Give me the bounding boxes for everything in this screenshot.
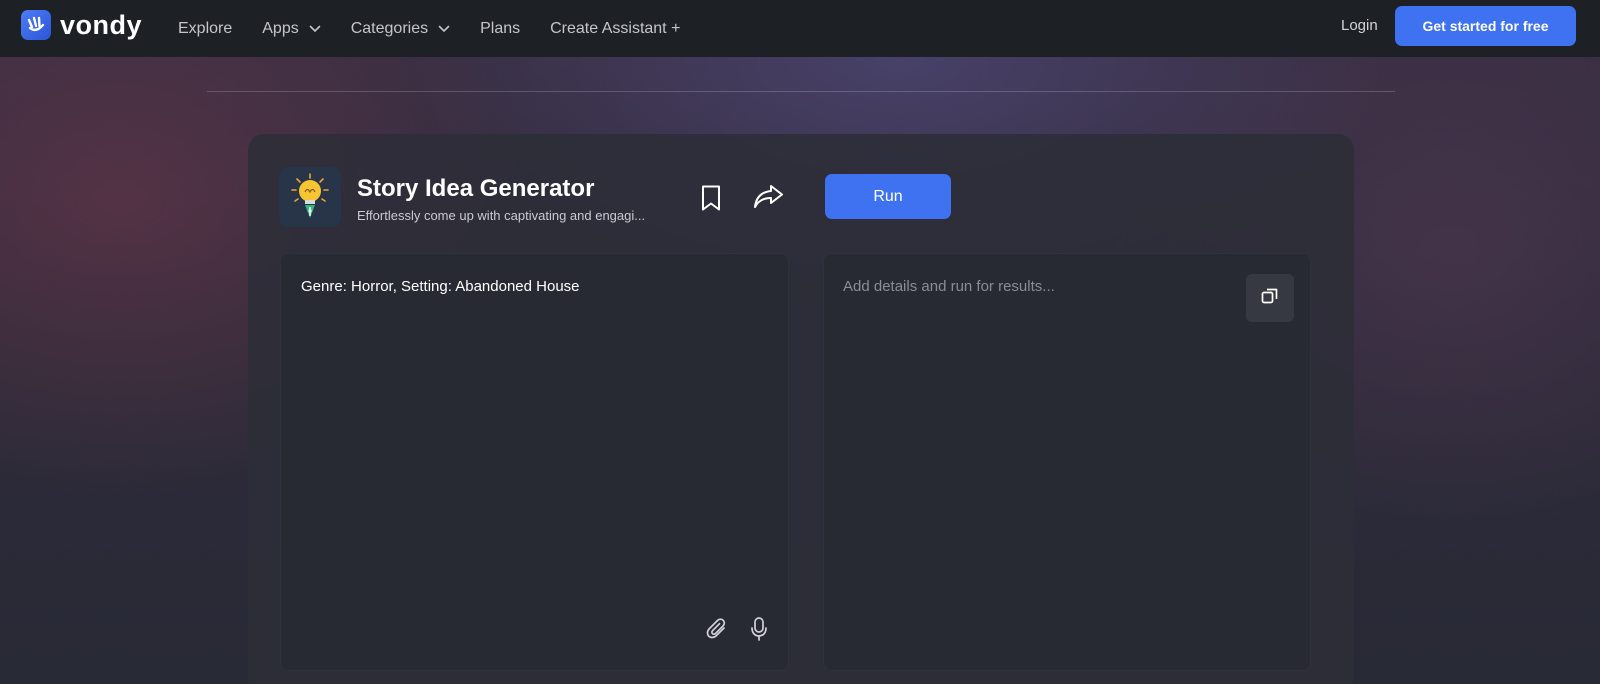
run-button[interactable]: Run xyxy=(825,174,951,219)
share-icon[interactable] xyxy=(753,183,785,214)
login-link[interactable]: Login xyxy=(1341,17,1378,34)
top-nav: vondy Explore Apps Categories Plans Crea… xyxy=(0,0,1600,57)
brand-name: vondy xyxy=(60,10,143,40)
page-title: Story Idea Generator xyxy=(357,175,595,202)
nav-explore-label: Explore xyxy=(178,19,233,37)
nav-create-assistant-label: Create Assistant + xyxy=(550,19,681,37)
nav-explore[interactable]: Explore xyxy=(178,20,232,38)
hand-wave-icon xyxy=(21,10,51,40)
get-started-button[interactable]: Get started for free xyxy=(1395,6,1576,46)
nav-create-assistant[interactable]: Create Assistant + xyxy=(550,20,680,38)
bookmark-icon[interactable] xyxy=(700,184,722,217)
chevron-down-icon xyxy=(309,25,321,33)
prompt-input-panel[interactable]: Genre: Horror, Setting: Abandoned House xyxy=(280,253,789,671)
chevron-down-icon xyxy=(438,25,450,33)
page-divider xyxy=(207,91,1395,92)
results-panel: Add details and run for results... xyxy=(823,253,1311,671)
page-subtitle: Effortlessly come up with captivating an… xyxy=(357,208,646,223)
copy-icon xyxy=(1260,286,1280,311)
nav-apps[interactable]: Apps xyxy=(262,19,321,38)
nav-links: Explore Apps Categories Plans Create Ass… xyxy=(178,0,710,57)
results-placeholder: Add details and run for results... xyxy=(843,278,1055,295)
nav-plans-label: Plans xyxy=(480,19,521,37)
copy-button[interactable] xyxy=(1246,274,1294,322)
brand-logo[interactable]: vondy xyxy=(21,10,142,40)
lightbulb-pen-icon xyxy=(279,167,341,227)
paperclip-icon[interactable] xyxy=(706,617,728,646)
nav-categories[interactable]: Categories xyxy=(351,20,450,38)
nav-categories-label: Categories xyxy=(350,19,429,37)
microphone-icon[interactable] xyxy=(750,616,768,647)
app-card: Story Idea Generator Effortlessly come u… xyxy=(248,134,1354,684)
prompt-input[interactable]: Genre: Horror, Setting: Abandoned House xyxy=(301,278,580,295)
nav-apps-label: Apps xyxy=(262,19,299,37)
nav-plans[interactable]: Plans xyxy=(480,20,520,38)
